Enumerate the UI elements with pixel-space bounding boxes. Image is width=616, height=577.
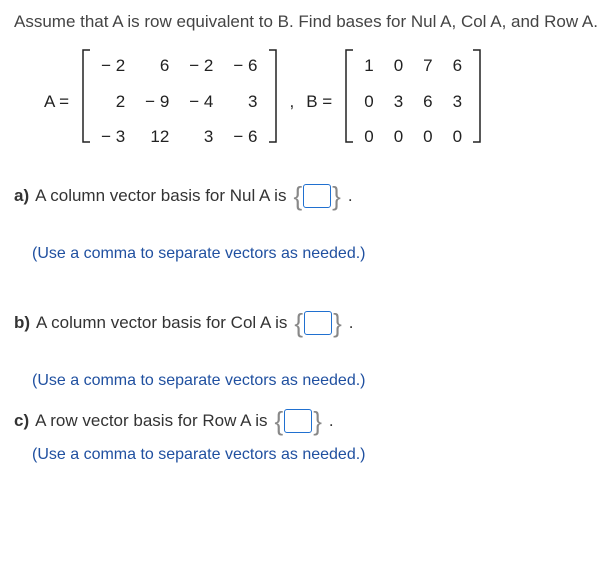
cell: 0 bbox=[354, 119, 383, 155]
period: . bbox=[329, 409, 334, 433]
question-a-text: A column vector basis for Nul A is bbox=[35, 184, 286, 208]
cell: − 6 bbox=[223, 119, 267, 155]
cell: 6 bbox=[413, 84, 442, 120]
part-label-a: a) bbox=[14, 184, 29, 208]
left-bracket-icon bbox=[344, 48, 354, 144]
question-a: a) A column vector basis for Nul A is { … bbox=[14, 183, 602, 209]
matrix-b-label: B = bbox=[306, 90, 332, 114]
cell: 2 bbox=[91, 84, 135, 120]
cell: 3 bbox=[179, 119, 223, 155]
right-bracket-icon bbox=[268, 48, 278, 144]
matrix-b: 1076 0363 0000 bbox=[344, 48, 482, 155]
left-bracket-icon bbox=[81, 48, 91, 144]
cell: 0 bbox=[384, 48, 413, 84]
cell: 6 bbox=[443, 48, 472, 84]
answer-blank-b[interactable]: { } bbox=[293, 310, 342, 336]
question-c: c) A row vector basis for Row A is { } . bbox=[14, 408, 602, 434]
matrix-equation: A = − 26− 2− 6 2− 9− 43 − 3123− 6 , B = … bbox=[44, 48, 602, 155]
hint-c: (Use a comma to separate vectors as need… bbox=[32, 444, 602, 466]
hint-b: (Use a comma to separate vectors as need… bbox=[32, 370, 602, 392]
answer-blank-a[interactable]: { } bbox=[292, 183, 341, 209]
cell: 3 bbox=[443, 84, 472, 120]
right-brace-icon: } bbox=[312, 408, 323, 434]
matrix-a: − 26− 2− 6 2− 9− 43 − 3123− 6 bbox=[81, 48, 277, 155]
comma: , bbox=[290, 90, 295, 114]
question-c-text: A row vector basis for Row A is bbox=[35, 409, 267, 433]
cell: − 6 bbox=[223, 48, 267, 84]
answer-blank-c[interactable]: { } bbox=[274, 408, 323, 434]
question-b: b) A column vector basis for Col A is { … bbox=[14, 310, 602, 336]
period: . bbox=[348, 184, 353, 208]
cell: 3 bbox=[223, 84, 267, 120]
hint-a: (Use a comma to separate vectors as need… bbox=[32, 243, 602, 265]
answer-input-b[interactable] bbox=[304, 311, 332, 335]
cell: 7 bbox=[413, 48, 442, 84]
answer-input-c[interactable] bbox=[284, 409, 312, 433]
cell: − 3 bbox=[91, 119, 135, 155]
intro-text: Assume that A is row equivalent to B. Fi… bbox=[14, 10, 602, 34]
cell: 6 bbox=[135, 48, 179, 84]
cell: 0 bbox=[413, 119, 442, 155]
cell: 0 bbox=[384, 119, 413, 155]
answer-input-a[interactable] bbox=[303, 184, 331, 208]
right-bracket-icon bbox=[472, 48, 482, 144]
left-brace-icon: { bbox=[292, 183, 303, 209]
cell: 0 bbox=[354, 84, 383, 120]
cell: − 9 bbox=[135, 84, 179, 120]
left-brace-icon: { bbox=[274, 408, 285, 434]
period: . bbox=[349, 311, 354, 335]
right-brace-icon: } bbox=[332, 310, 343, 336]
left-brace-icon: { bbox=[293, 310, 304, 336]
cell: 1 bbox=[354, 48, 383, 84]
part-label-c: c) bbox=[14, 409, 29, 433]
cell: − 2 bbox=[91, 48, 135, 84]
cell: 0 bbox=[443, 119, 472, 155]
part-label-b: b) bbox=[14, 311, 30, 335]
cell: − 4 bbox=[179, 84, 223, 120]
matrix-a-label: A = bbox=[44, 90, 69, 114]
cell: 12 bbox=[135, 119, 179, 155]
cell: − 2 bbox=[179, 48, 223, 84]
right-brace-icon: } bbox=[331, 183, 342, 209]
cell: 3 bbox=[384, 84, 413, 120]
question-b-text: A column vector basis for Col A is bbox=[36, 311, 287, 335]
